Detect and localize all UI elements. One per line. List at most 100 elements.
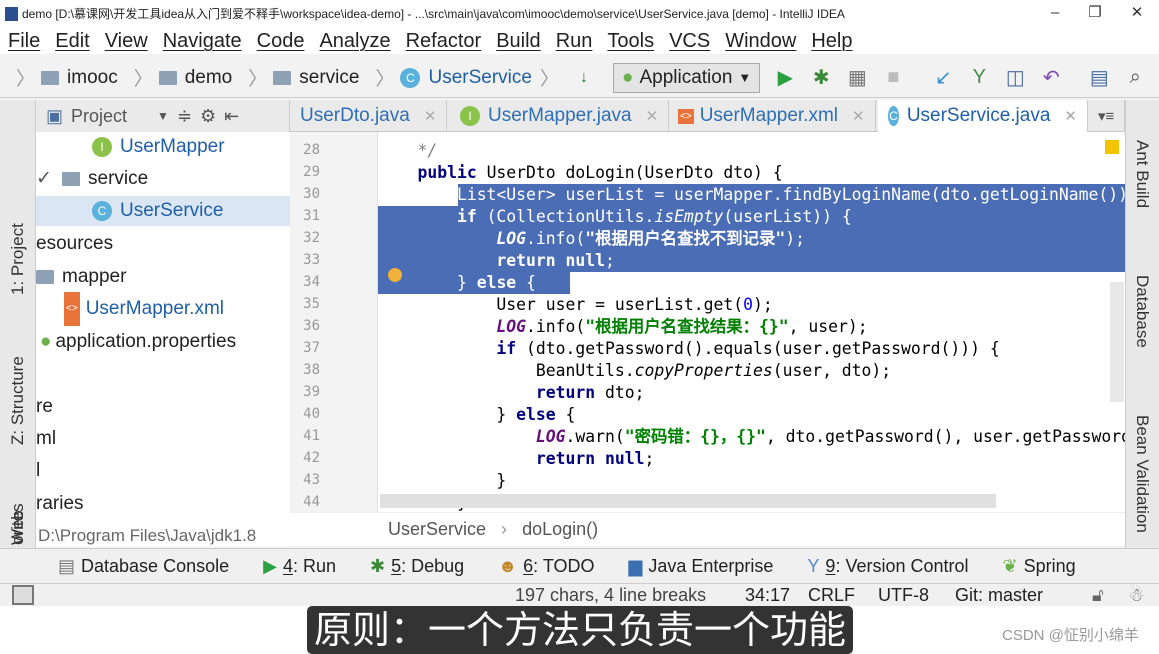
navigation-bar: 〉 imooc 〉 demo 〉 service 〉 C UserService 〉 ↓ ●… — [0, 58, 1159, 98]
run-icon[interactable]: ▶ — [774, 67, 796, 89]
tree-item-re[interactable]: re — [36, 392, 53, 422]
tab-usermapper-java[interactable]: I UserMapper.java ✕ — [450, 100, 670, 132]
lock-icon[interactable]: 🔓︎ — [1092, 585, 1104, 605]
menu-window[interactable]: Window — [717, 28, 803, 54]
tab-usermapper-xml[interactable]: <> UserMapper.xml ✕ — [668, 100, 876, 132]
close-icon[interactable]: ✕ — [852, 107, 865, 125]
restore-button[interactable]: ❐ — [1080, 0, 1110, 26]
menu-vcs[interactable]: VCS — [661, 28, 717, 54]
line-number: 37 — [303, 340, 320, 356]
tree-item-usermapper-xml[interactable]: <> UserMapper.xml — [64, 292, 224, 326]
run-config-dropdown[interactable]: ● Application ▼ — [612, 62, 761, 93]
stripe-ant-build[interactable]: Ant Build — [1132, 140, 1152, 208]
horizontal-scrollbar[interactable] — [380, 494, 996, 508]
tool-spring[interactable]: ❦ Spring — [1003, 556, 1076, 577]
search-icon[interactable]: ⌕ — [1124, 66, 1146, 89]
tab-userservice[interactable]: C UserService.java ✕ — [878, 100, 1088, 132]
menu-build[interactable]: Build — [488, 28, 547, 54]
right-tool-stripe: Ant Build Database Bean Validation — [1125, 100, 1159, 548]
stripe-bean-validation[interactable]: Bean Validation — [1132, 415, 1152, 533]
debug-icon: ✱ — [370, 555, 386, 576]
tab-userdto[interactable]: UserDto.java ✕ — [290, 100, 448, 132]
tool-todo[interactable]: ☻ 6: TODO — [498, 556, 594, 577]
menu-refactor[interactable]: Refactor — [398, 28, 489, 54]
crumb-imooc[interactable]: 〉 imooc — [8, 64, 118, 91]
tree-item-mapper[interactable]: mapper — [36, 262, 126, 292]
line-separator[interactable]: CRLF — [808, 585, 855, 605]
caret-position[interactable]: 34:17 — [745, 585, 790, 605]
line-number: 43 — [303, 472, 320, 488]
menu-tools[interactable]: Tools — [599, 28, 661, 54]
menu-help[interactable]: Help — [803, 28, 859, 54]
vertical-scrollbar[interactable] — [1110, 282, 1124, 402]
encoding[interactable]: UTF-8 — [878, 585, 929, 605]
git-branch[interactable]: Git: master — [955, 585, 1043, 605]
tool-num: 9 — [825, 555, 836, 576]
debug-icon[interactable]: ✱ — [810, 67, 832, 89]
stripe-database[interactable]: Database — [1132, 275, 1152, 348]
inspector-icon[interactable]: ☃ — [1128, 585, 1144, 605]
vcs-history-icon[interactable]: ◫ — [1004, 67, 1026, 89]
crumb-demo[interactable]: 〉 demo — [126, 64, 233, 91]
menu-analyze[interactable]: Analyze — [311, 28, 397, 54]
stripe-project[interactable]: 1: Project — [8, 223, 28, 295]
tree-item-application-properties[interactable]: ● application.properties — [40, 327, 236, 357]
spring-boot-icon: ● — [621, 66, 634, 88]
tree-item-l[interactable]: l — [36, 456, 40, 486]
menu-navigate[interactable]: Navigate — [155, 28, 249, 54]
tool-version-control[interactable]: Y 9: Version Control — [807, 556, 968, 577]
hide-icon[interactable]: ⇤ — [224, 106, 239, 127]
menu-run[interactable]: Run — [548, 28, 600, 54]
crumb-label: service — [299, 66, 360, 88]
menu-view[interactable]: View — [97, 28, 155, 54]
gear-icon[interactable]: ⚙ — [200, 106, 216, 127]
stripe-structure[interactable]: Z: Structure — [8, 356, 28, 445]
minimize-button[interactable]: – — [1040, 0, 1070, 26]
crumb-service[interactable]: 〉 service — [240, 64, 359, 91]
project-tool-header: ▣ Project ▼ ≑ ⚙ ⇤ — [36, 100, 290, 132]
line-number: 41 — [303, 428, 320, 444]
close-icon[interactable]: ✕ — [424, 107, 437, 125]
code-line: if (dto.getPassword().equals(user.getPas… — [496, 339, 1000, 358]
crumb-userservice[interactable]: 〉 C UserService 〉 — [367, 64, 559, 91]
tree-item-sdk[interactable]: D:\Program Files\Java\jdk1.8 — [36, 525, 290, 547]
breadcrumb-method[interactable]: doLogin() — [522, 519, 598, 539]
vcs-update-icon[interactable]: ↙ — [932, 67, 954, 89]
tree-item-usermapper[interactable]: I UserMapper — [92, 132, 225, 162]
code-line: BeanUtils.copyProperties(user, dto); — [535, 361, 892, 380]
tool-java-enterprise[interactable]: ▆ Java Enterprise — [629, 556, 774, 577]
warning-marker-icon[interactable] — [1105, 140, 1119, 154]
menu-code[interactable]: Code — [249, 28, 312, 54]
tree-item-libraries[interactable]: raries — [36, 489, 84, 519]
tool-num: 6 — [523, 555, 534, 576]
sort-icon[interactable]: ↓ — [573, 67, 595, 89]
close-icon[interactable]: ✕ — [1064, 107, 1077, 125]
code-line: LOG.info("根据用户名查找不到记录"); — [496, 229, 806, 248]
tool-run[interactable]: ▶ 4: Run — [263, 556, 336, 577]
tool-debug[interactable]: ✱ 5: Debug — [370, 556, 464, 577]
project-view-selector[interactable]: Project — [71, 106, 127, 127]
collapse-icon[interactable]: ≑ — [177, 106, 192, 127]
code-editor[interactable]: 28 29 30 31 32 33 34 35 36 37 38 39 40 41 42 43 44 */ pu… — [290, 132, 1125, 512]
close-icon[interactable]: ✕ — [646, 107, 659, 125]
menu-file[interactable]: File — [0, 28, 47, 54]
coverage-icon[interactable]: ▦ — [846, 67, 868, 89]
menu-edit[interactable]: Edit — [47, 28, 96, 54]
line-number: 30 — [303, 186, 320, 202]
project-structure-icon[interactable]: ▤ — [1088, 67, 1110, 89]
toggle-tool-windows-icon[interactable] — [12, 585, 34, 605]
vcs-commit-icon[interactable]: Y — [968, 66, 990, 89]
revert-icon[interactable]: ↶ — [1040, 67, 1062, 89]
tool-database-console[interactable]: ▤ Database Console — [58, 556, 229, 577]
tree-item-ml[interactable]: ml — [36, 424, 56, 454]
stripe-favorites[interactable]: orites — [8, 503, 28, 545]
tree-item-service[interactable]: ✓ service — [36, 164, 148, 194]
tab-list-button[interactable]: ▾≡ — [1088, 100, 1126, 132]
tree-item-resources[interactable]: esources — [36, 229, 113, 259]
close-button[interactable]: ✕ — [1122, 0, 1152, 26]
stop-icon[interactable]: ■ — [882, 66, 904, 89]
code-line: LOG.info("根据用户名查找结果：{}", user); — [496, 317, 868, 336]
tree-item-userservice[interactable]: C UserService — [36, 196, 290, 226]
breadcrumb-class[interactable]: UserService — [388, 519, 486, 539]
chevron-down-icon[interactable]: ▼ — [157, 109, 169, 123]
